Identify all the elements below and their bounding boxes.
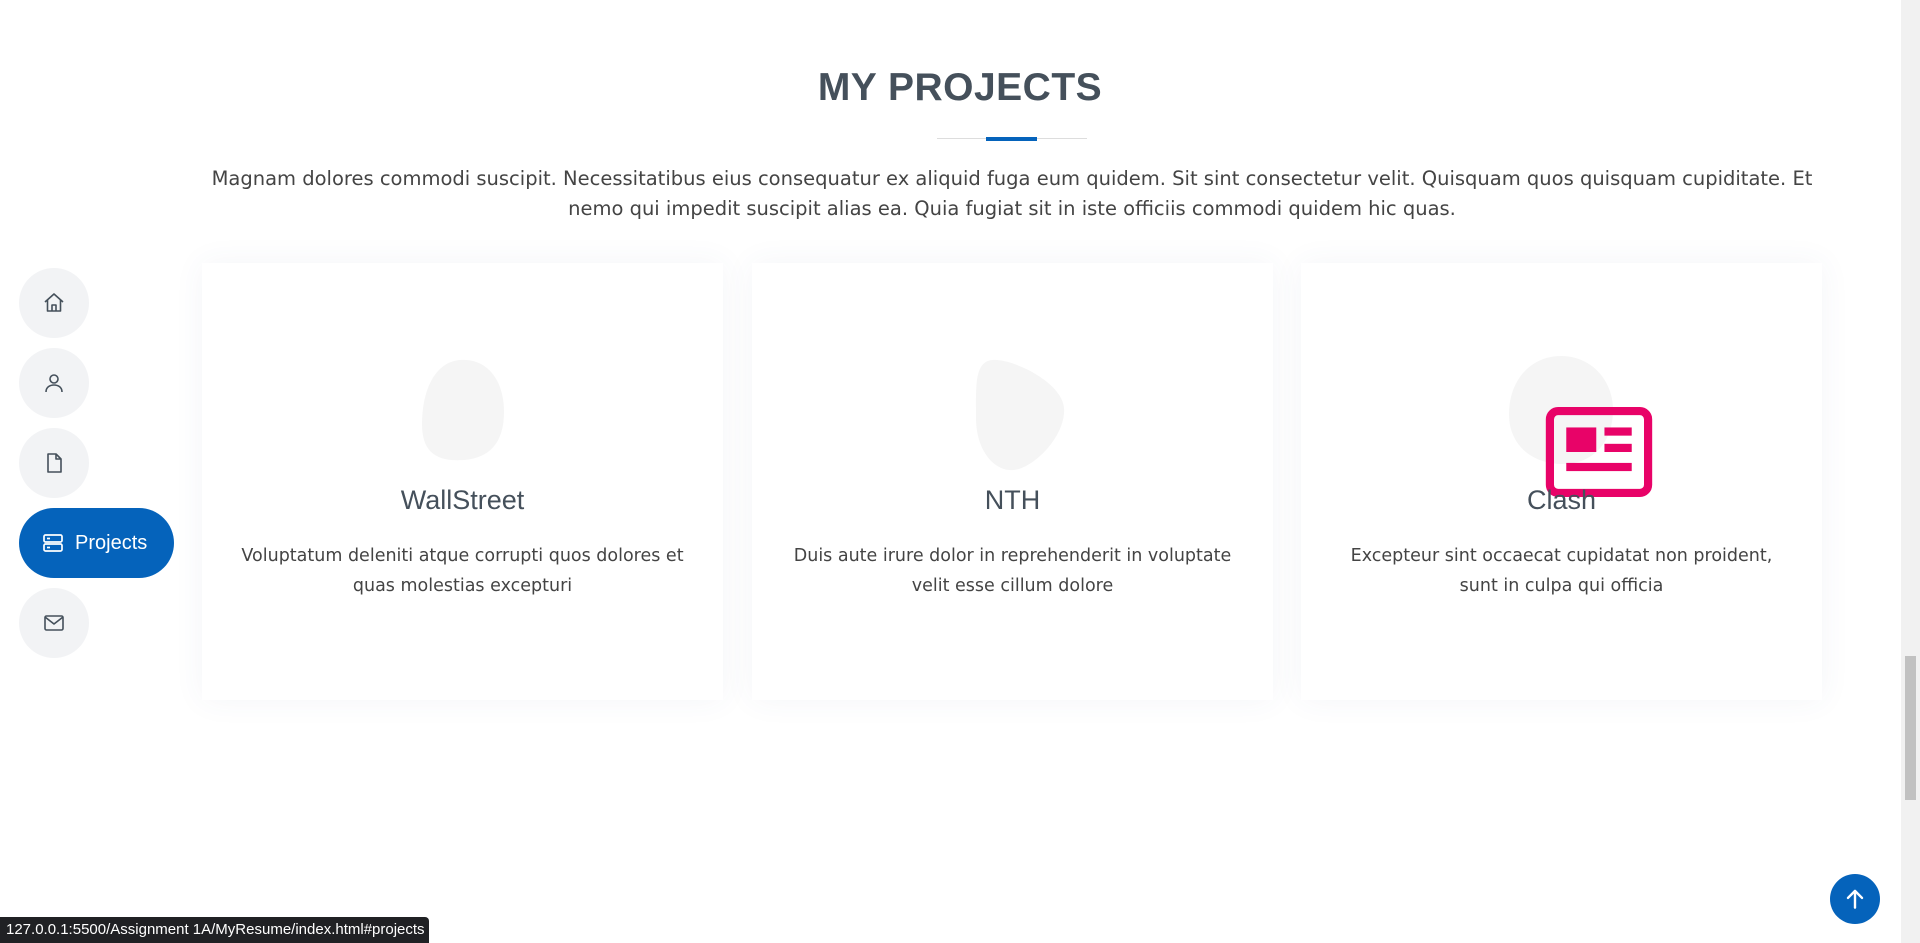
- title-accent-bar: [986, 137, 1037, 141]
- blob-icon: [1501, 354, 1653, 497]
- section-title: MY PROJECTS: [817, 66, 1103, 109]
- nav-item-about[interactable]: [19, 348, 89, 418]
- envelope-icon: [42, 611, 66, 635]
- nav-item-label: Projects: [75, 531, 148, 554]
- project-description: Duis aute irure dolor in reprehenderit i…: [793, 546, 1232, 596]
- project-card-clash: Clash Excepteur sint occaecat cupidatat …: [1301, 263, 1822, 700]
- project-card-nth: NTH Duis aute irure dolor in reprehender…: [752, 263, 1273, 700]
- page: MY PROJECTS Magnam dolores commodi susci…: [0, 0, 1920, 943]
- blob-icon: [952, 354, 1072, 474]
- section-description: Magnam dolores commodi suscipit. Necessi…: [211, 167, 1813, 220]
- project-card-wallstreet: WallStreet Voluptatum deleniti atque cor…: [202, 263, 723, 700]
- newspaper-icon: [1539, 392, 1653, 497]
- file-icon: [42, 451, 66, 475]
- nav-item-contact[interactable]: [19, 588, 89, 658]
- project-description: Voluptatum deleniti atque corrupti quos …: [241, 546, 684, 596]
- arrow-up-icon: [1842, 886, 1868, 912]
- home-icon: [42, 291, 66, 315]
- scrollbar[interactable]: [1901, 0, 1920, 943]
- blob-icon: [402, 354, 522, 474]
- nav-item-resume[interactable]: [19, 428, 89, 498]
- back-to-top-button[interactable]: [1830, 874, 1880, 924]
- nav-item-projects[interactable]: Projects: [19, 508, 174, 578]
- person-icon: [42, 371, 66, 395]
- nav-item-home[interactable]: [19, 268, 89, 338]
- project-title[interactable]: WallStreet: [202, 485, 723, 516]
- server-icon: [41, 531, 65, 555]
- project-description: Excepteur sint occaecat cupidatat non pr…: [1350, 546, 1773, 596]
- project-title[interactable]: Clash: [1301, 485, 1822, 516]
- status-bar-url: 127.0.0.1:5500/Assignment 1A/MyResume/in…: [0, 917, 429, 943]
- project-title[interactable]: NTH: [752, 485, 1273, 516]
- scrollbar-thumb[interactable]: [1905, 656, 1916, 800]
